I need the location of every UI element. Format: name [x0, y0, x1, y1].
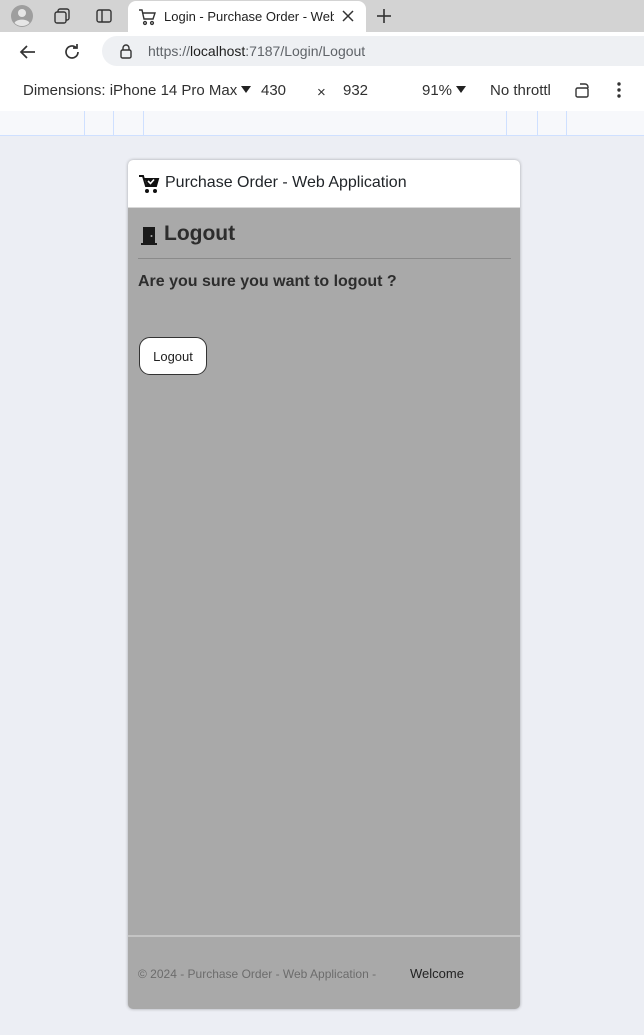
door-icon	[140, 226, 158, 246]
throttle-select[interactable]: No throttl	[490, 82, 551, 99]
times-sign: ×	[317, 84, 326, 101]
cart-icon	[138, 173, 160, 195]
new-tab-icon[interactable]	[372, 4, 396, 28]
logout-button[interactable]: Logout	[139, 337, 207, 375]
tab-title: Login - Purchase Order - Web Application	[164, 9, 334, 24]
device-select[interactable]: Dimensions: iPhone 14 Pro Max	[23, 82, 252, 99]
more-icon[interactable]	[612, 81, 626, 103]
reload-icon[interactable]	[59, 39, 85, 65]
close-icon[interactable]	[338, 6, 358, 26]
zoom-select[interactable]: 91%	[422, 82, 467, 99]
welcome-link[interactable]: Welcome	[410, 966, 464, 981]
chevron-down-icon	[456, 86, 467, 93]
copyright-text: © 2024 - Purchase Order - Web Applicatio…	[138, 967, 377, 981]
app-brand[interactable]: Purchase Order - Web Application	[165, 174, 407, 192]
tab-actions-icon[interactable]	[92, 4, 116, 28]
confirm-question: Are you sure you want to logout ?	[138, 273, 397, 290]
active-tab[interactable]: Login - Purchase Order - Web Application	[128, 1, 366, 32]
chevron-down-icon	[241, 86, 252, 93]
url-text: https://localhost:7187/Login/Logout	[148, 43, 366, 59]
device-viewport: Purchase Order - Web Application Logout …	[128, 160, 520, 1009]
browser-tab-strip: Login - Purchase Order - Web Application	[0, 0, 644, 32]
browser-toolbar: https://localhost:7187/Login/Logout	[0, 32, 644, 70]
profile-icon[interactable]	[10, 4, 34, 28]
height-input[interactable]: 932	[343, 82, 368, 99]
app-navbar: Purchase Order - Web Application	[128, 160, 520, 208]
divider	[138, 258, 511, 259]
workspaces-icon[interactable]	[50, 4, 74, 28]
address-bar[interactable]: https://localhost:7187/Login/Logout	[102, 36, 644, 66]
device-toolbar: Dimensions: iPhone 14 Pro Max 430 × 932 …	[0, 70, 644, 112]
media-query-ruler	[0, 111, 644, 136]
cart-icon	[138, 8, 156, 26]
back-icon[interactable]	[15, 39, 41, 65]
lock-icon[interactable]	[118, 43, 134, 59]
page-title: Logout	[164, 222, 236, 245]
width-input[interactable]: 430	[261, 82, 286, 99]
app-footer: © 2024 - Purchase Order - Web Applicatio…	[128, 935, 520, 1009]
rotate-icon[interactable]	[574, 81, 592, 103]
